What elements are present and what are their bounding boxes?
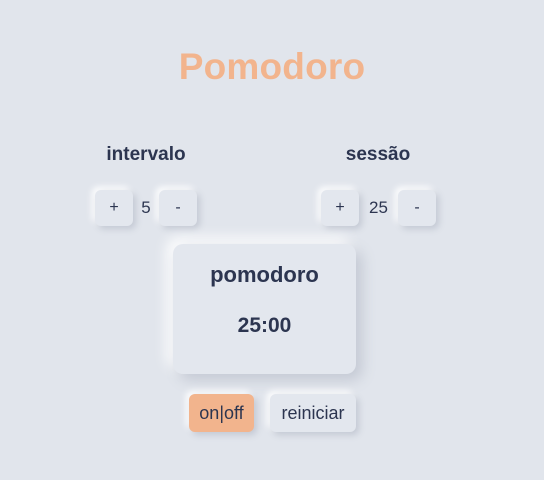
on-off-button[interactable]: on|off <box>189 394 254 432</box>
intervalo-decrement-button[interactable]: - <box>159 190 197 226</box>
intervalo-stepper: + 5 - <box>95 190 197 226</box>
app-title: Pomodoro <box>178 46 366 87</box>
intervalo-label: intervalo <box>106 144 186 165</box>
intervalo-increment-button[interactable]: + <box>95 190 133 226</box>
intervalo-value: 5 <box>141 198 151 217</box>
timer-card: pomodoro 25:00 <box>173 244 356 374</box>
sessao-stepper: + 25 - <box>321 190 436 226</box>
sessao-value: 25 <box>369 198 388 217</box>
sessao-decrement-button[interactable]: - <box>398 190 436 226</box>
sessao-label: sessão <box>345 144 411 165</box>
timer-mode-label: pomodoro <box>210 262 319 287</box>
sessao-increment-button[interactable]: + <box>321 190 359 226</box>
reset-button[interactable]: reiniciar <box>270 394 356 432</box>
timer-display: 25:00 <box>237 314 292 337</box>
